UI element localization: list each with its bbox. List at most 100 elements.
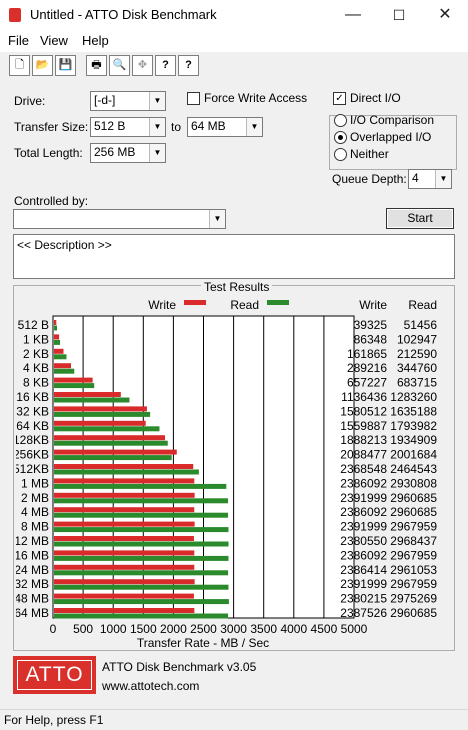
write-value: 1136436 [341,390,387,404]
print-icon[interactable]: 🖶 [86,55,107,76]
queue-depth-select[interactable]: 4 ▼ [408,169,452,189]
read-value: 2968437 [390,534,437,548]
maximize-button[interactable]: ☐ [376,0,422,30]
radio-io-comparison[interactable] [334,114,347,127]
write-bar [54,320,57,325]
read-value: 2967959 [390,520,437,534]
status-text: For Help, press F1 [4,713,104,727]
category-label: 8 MB [21,520,49,534]
read-value: 2960685 [390,491,437,505]
app-icon[interactable] [9,8,21,22]
category-label: 32 KB [16,404,49,418]
write-bar [54,536,194,541]
legend-write-swatch [184,300,206,305]
read-bar [54,469,199,475]
category-label: 64 MB [16,606,49,620]
minimize-button[interactable]: — [330,0,376,30]
category-label: 32 MB [16,577,49,591]
write-value: 289216 [347,361,387,375]
total-length-select[interactable]: 256 MB ▼ [90,143,166,163]
read-bar [54,527,229,533]
x-tick-label: 3000 [220,622,247,636]
write-bar [54,521,195,527]
radio-overlapped-io[interactable] [334,131,347,144]
atto-logo: ATTO [13,656,96,694]
write-value: 2386414 [340,563,387,577]
read-value: 2930808 [390,476,437,490]
close-button[interactable]: ✕ [422,0,468,30]
chevron-down-icon: ▼ [435,170,451,188]
neither-label: Neither [350,147,389,161]
write-bar [54,593,194,599]
x-tick-label: 1500 [130,622,157,636]
description-text: << Description >> [17,238,112,252]
queue-depth-value: 4 [412,171,419,185]
read-bar [54,368,75,374]
context-help-icon[interactable]: ? [178,55,199,76]
print-preview-icon[interactable]: 🔍 [109,55,130,76]
read-value: 102947 [397,332,437,346]
move-icon[interactable]: ✥ [132,55,153,76]
category-label: 4 MB [21,505,49,519]
radio-neither[interactable] [334,148,347,161]
website-link[interactable]: www.attotech.com [102,679,199,693]
write-value: 86348 [354,332,388,346]
drive-select[interactable]: [-d-] ▼ [90,91,166,111]
write-value: 161865 [347,347,387,361]
write-bar [54,608,195,613]
read-value: 2960685 [390,505,437,519]
read-bar [54,541,229,547]
start-button[interactable]: Start [386,208,454,229]
write-value: 2386092 [340,548,387,562]
category-label: 512KB [16,462,49,476]
direct-io-label: Direct I/O [350,91,401,105]
write-value: 1559887 [340,419,387,433]
transfer-from-value: 512 B [94,119,126,133]
transfer-to-select[interactable]: 64 MB ▼ [187,117,263,137]
write-bar [54,377,93,383]
read-column-header: Read [408,298,437,312]
category-label: 256KB [16,448,49,462]
read-bar [54,584,229,590]
open-icon[interactable]: 📂 [32,55,53,76]
menu-view[interactable]: View [40,33,68,48]
test-results-title: Test Results [201,280,273,294]
help-icon[interactable]: ? [155,55,176,76]
x-tick-label: 500 [73,622,93,636]
controlled-by-select[interactable]: ▼ [13,209,226,229]
legend-read-label: Read [230,298,259,312]
category-label: 1 MB [21,476,49,490]
chevron-down-icon: ▼ [149,118,165,136]
read-bar [54,411,151,417]
x-tick-label: 3500 [250,622,277,636]
write-value: 39325 [354,318,388,332]
category-label: 8 KB [23,376,49,390]
write-bar [54,464,194,469]
read-value: 2961053 [390,563,437,577]
new-icon[interactable]: 🗋 [9,55,30,76]
read-value: 344760 [397,361,437,375]
menu-file[interactable]: File [8,33,29,48]
write-value: 657227 [347,376,387,390]
menu-help[interactable]: Help [82,33,109,48]
transfer-from-select[interactable]: 512 B ▼ [90,117,166,137]
read-value: 683715 [397,376,437,390]
direct-io-checkbox[interactable]: ✓ [333,92,346,105]
save-icon[interactable]: 💾 [55,55,76,76]
read-value: 1635188 [390,404,437,418]
overlapped-io-label: Overlapped I/O [350,130,432,144]
io-comparison-label: I/O Comparison [350,113,435,127]
write-bar [54,392,121,397]
read-value: 2967959 [390,577,437,591]
chevron-down-icon: ▼ [246,118,262,136]
force-write-checkbox[interactable] [187,92,200,105]
write-value: 2386092 [340,476,387,490]
write-value: 1888213 [340,433,387,447]
write-value: 2391999 [340,491,387,505]
benchmark-bar-chart: Write Read Write Read 0 500 1000 1500 2000 25… [16,298,437,650]
write-column-header: Write [359,298,387,312]
read-value: 1793982 [390,419,437,433]
category-label: 24 MB [16,563,49,577]
write-bar [54,550,195,556]
description-field[interactable]: << Description >> [13,234,455,279]
